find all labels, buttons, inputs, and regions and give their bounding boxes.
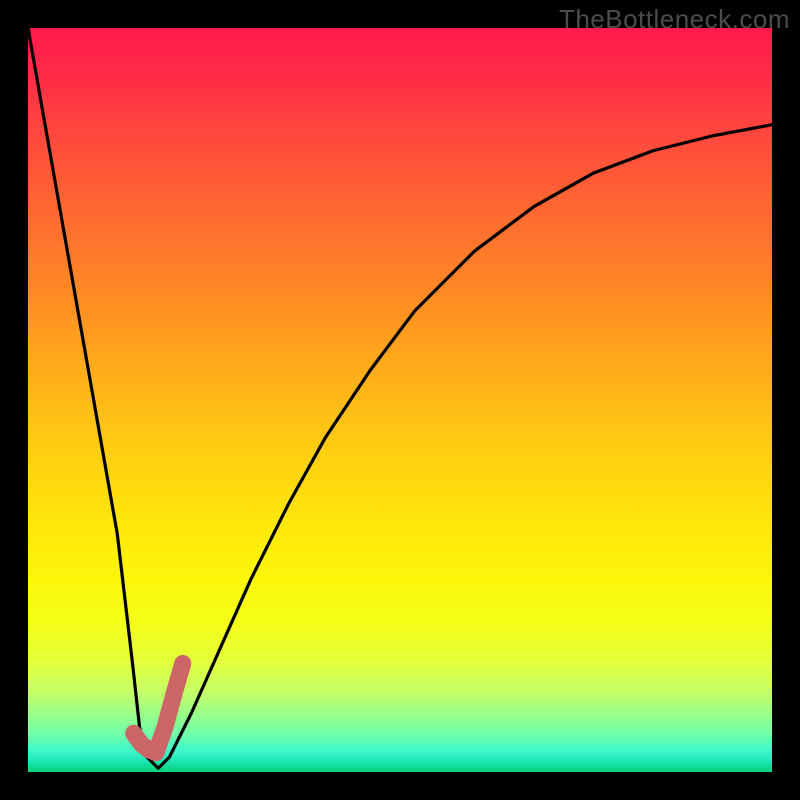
plot-area [28,28,772,772]
highlight-marker [134,663,183,752]
curve-layer [28,28,772,772]
chart-frame: TheBottleneck.com [0,0,800,800]
bottleneck-curve [28,28,772,768]
